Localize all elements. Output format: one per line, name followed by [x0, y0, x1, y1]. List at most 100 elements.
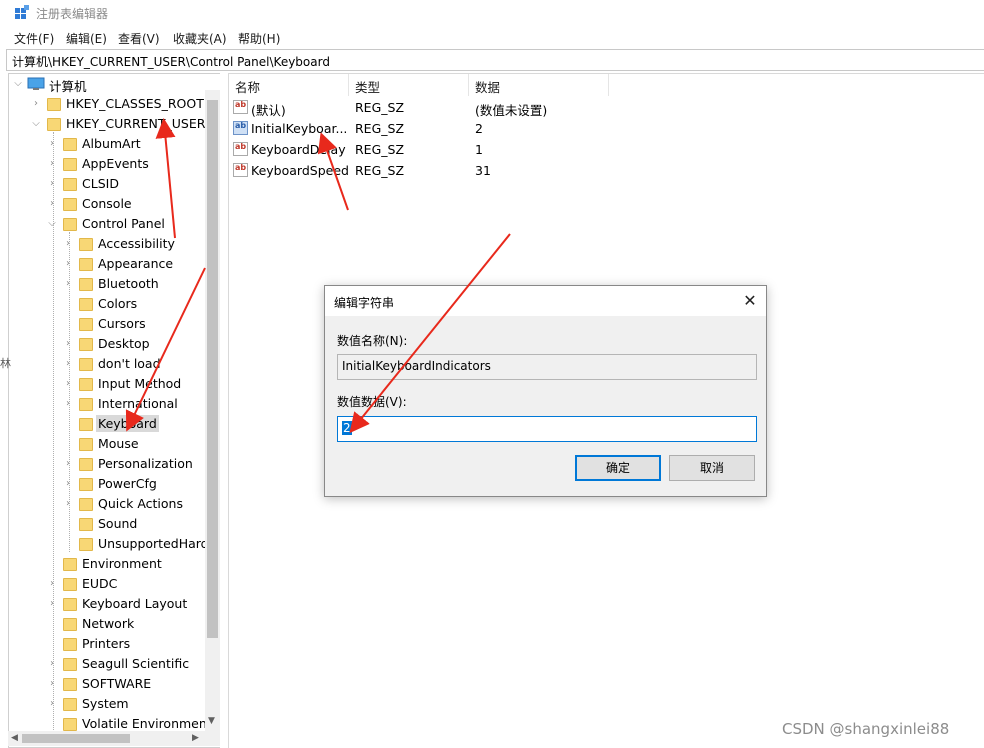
chevron-right-icon[interactable]: › [63, 459, 73, 469]
tree-item[interactable]: Printers [9, 634, 209, 654]
value-name-field[interactable]: InitialKeyboardIndicators [337, 354, 757, 380]
tree-item[interactable]: Keyboard [9, 414, 209, 434]
chevron-right-icon[interactable]: › [47, 659, 57, 669]
chevron-right-icon[interactable]: › [47, 159, 57, 169]
tree-item-hkcr[interactable]: › HKEY_CLASSES_ROOT [9, 94, 209, 114]
chevron-right-icon[interactable]: › [63, 479, 73, 489]
column-header-type[interactable]: 类型 [349, 74, 469, 96]
tree-item[interactable]: › Accessibility [9, 234, 209, 254]
chevron-right-icon[interactable]: › [63, 339, 73, 349]
menu-edit[interactable]: 编辑(E) [66, 30, 107, 47]
scrollbar-thumb[interactable] [207, 100, 218, 638]
chevron-right-icon[interactable]: › [63, 239, 73, 249]
scroll-right-icon[interactable]: ▶ [192, 733, 199, 743]
tree-item[interactable]: › System [9, 694, 209, 714]
tree-item-hkcu[interactable]: ⌵ HKEY_CURRENT_USER [9, 114, 209, 134]
tree-vertical-scrollbar[interactable]: ▼ [205, 90, 220, 731]
dialog-title-bar: 编辑字符串 ✕ [325, 286, 766, 316]
chevron-right-icon[interactable]: › [63, 259, 73, 269]
chevron-down-icon[interactable]: ⌵ [47, 219, 57, 229]
tree-label: AlbumArt [82, 136, 141, 151]
value-type: REG_SZ [355, 142, 405, 157]
regedit-icon [15, 5, 29, 19]
tree-item[interactable]: Network [9, 614, 209, 634]
tree-item[interactable]: › SOFTWARE [9, 674, 209, 694]
value-data-input[interactable]: 2 [337, 416, 757, 442]
tree-item[interactable]: › Seagull Scientific [9, 654, 209, 674]
list-row[interactable]: ab KeyboardDelay REG_SZ 1 [229, 139, 969, 160]
tree-item[interactable]: Sound [9, 514, 209, 534]
menu-file[interactable]: 文件(F) [14, 30, 54, 47]
list-row[interactable]: ab (默认) REG_SZ (数值未设置) [229, 97, 969, 118]
tree-item[interactable]: › don't load [9, 354, 209, 374]
tree-label: HKEY_CLASSES_ROOT [66, 96, 204, 111]
column-header-data[interactable]: 数据 [469, 74, 609, 96]
folder-icon [63, 658, 77, 671]
folder-icon [63, 178, 77, 191]
chevron-right-icon[interactable]: › [47, 199, 57, 209]
value-type: REG_SZ [355, 121, 405, 136]
chevron-down-icon[interactable]: ⌵ [31, 119, 41, 129]
chevron-down-icon[interactable]: ⌵ [13, 79, 23, 89]
value-name: KeyboardSpeed [251, 163, 349, 178]
chevron-right-icon[interactable]: › [47, 139, 57, 149]
chevron-right-icon[interactable]: › [47, 579, 57, 589]
tree-item[interactable]: › Keyboard Layout [9, 594, 209, 614]
tree-pane[interactable]: ⌵ 计算机 › HKEY_CLASSES_ROOT ⌵ HKEY_CURRENT… [8, 73, 220, 748]
tree-item[interactable]: › Console [9, 194, 209, 214]
tree-item[interactable]: Cursors [9, 314, 209, 334]
chevron-right-icon[interactable]: › [47, 679, 57, 689]
ok-button[interactable]: 确定 [575, 455, 661, 481]
tree-label: System [82, 696, 129, 711]
folder-icon [79, 498, 93, 511]
address-bar[interactable]: 计算机\HKEY_CURRENT_USER\Control Panel\Keyb… [6, 49, 984, 71]
tree-item[interactable]: › CLSID [9, 174, 209, 194]
tree-label: don't load [98, 356, 161, 371]
folder-icon [79, 518, 93, 531]
tree-item[interactable]: › AppEvents [9, 154, 209, 174]
close-icon[interactable]: ✕ [740, 291, 760, 310]
chevron-right-icon[interactable]: › [63, 499, 73, 509]
tree-item[interactable]: Environment [9, 554, 209, 574]
tree-item[interactable]: › International [9, 394, 209, 414]
menu-favorites[interactable]: 收藏夹(A) [173, 30, 227, 47]
chevron-right-icon[interactable]: › [47, 699, 57, 709]
chevron-right-icon[interactable]: › [63, 359, 73, 369]
tree-label: CLSID [82, 176, 119, 191]
tree-item[interactable]: › PowerCfg [9, 474, 209, 494]
tree-item[interactable]: › EUDC [9, 574, 209, 594]
tree-item[interactable]: Colors [9, 294, 209, 314]
scrollbar-thumb[interactable] [22, 734, 130, 743]
column-header-name[interactable]: 名称 [229, 74, 349, 96]
menu-view[interactable]: 查看(V) [118, 30, 160, 47]
list-row[interactable]: ab InitialKeyboar... REG_SZ 2 [229, 118, 969, 139]
value-data: (数值未设置) [475, 103, 548, 118]
chevron-right-icon[interactable]: › [31, 99, 41, 109]
tree-item[interactable]: UnsupportedHardw [9, 534, 219, 554]
tree-item[interactable]: › Appearance [9, 254, 209, 274]
tree-item[interactable]: › Quick Actions [9, 494, 209, 514]
chevron-right-icon[interactable]: › [47, 179, 57, 189]
chevron-right-icon[interactable]: › [63, 379, 73, 389]
tree-item-computer[interactable]: ⌵ 计算机 [9, 74, 209, 94]
cancel-button[interactable]: 取消 [669, 455, 755, 481]
tree-label: EUDC [82, 576, 118, 591]
tree-item[interactable]: ⌵ Control Panel [9, 214, 209, 234]
chevron-right-icon[interactable]: › [63, 399, 73, 409]
tree-item[interactable]: Mouse [9, 434, 209, 454]
tree-horizontal-scrollbar[interactable]: ◀ ▶ [8, 731, 220, 746]
scroll-left-icon[interactable]: ◀ [11, 733, 18, 743]
menu-help[interactable]: 帮助(H) [238, 30, 280, 47]
chevron-right-icon[interactable]: › [63, 279, 73, 289]
tree-item[interactable]: › AlbumArt [9, 134, 209, 154]
scroll-down-icon[interactable]: ▼ [208, 716, 215, 726]
tree-item[interactable]: › Desktop [9, 334, 209, 354]
list-row[interactable]: ab KeyboardSpeed REG_SZ 31 [229, 160, 969, 181]
tree-item[interactable]: › Bluetooth [9, 274, 209, 294]
tree-item[interactable]: › Personalization [9, 454, 209, 474]
folder-icon [63, 638, 77, 651]
tree-label: Colors [98, 296, 138, 311]
tree-item[interactable]: › Input Method [9, 374, 209, 394]
chevron-right-icon[interactable]: › [47, 599, 57, 609]
tree-label: Control Panel [82, 216, 165, 231]
